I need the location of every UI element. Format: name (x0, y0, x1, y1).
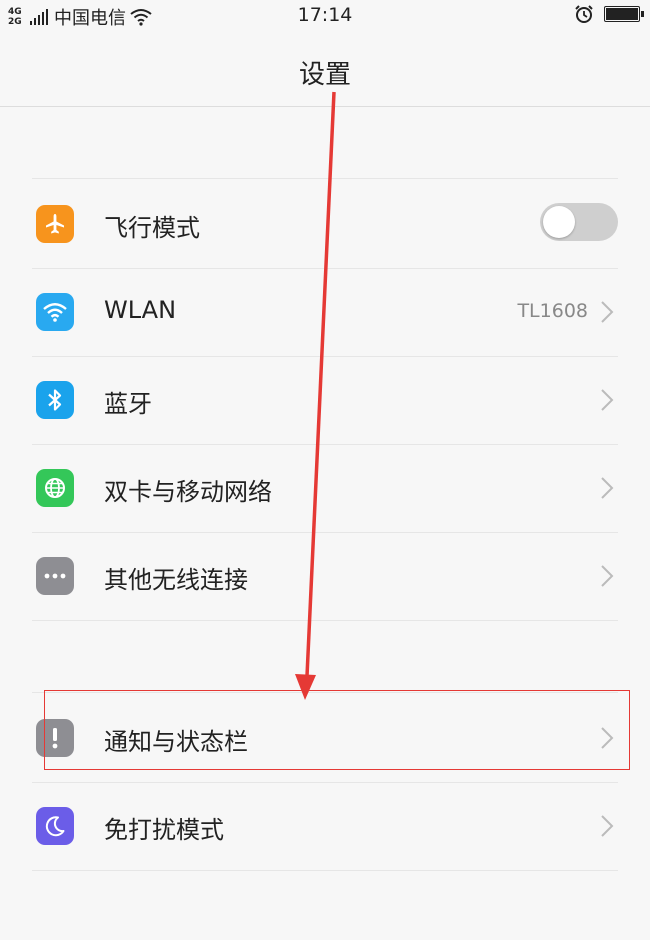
settings-item-bluetooth[interactable]: 蓝牙 (32, 356, 618, 445)
settings-item-label: 蓝牙 (104, 390, 152, 418)
airplane-icon-badge (36, 205, 74, 243)
battery-icon (604, 6, 644, 22)
settings-item-wlan[interactable]: WLAN TL1608 (32, 268, 618, 357)
more-icon-badge (36, 557, 74, 595)
page-title: 设置 (298, 60, 351, 90)
bluetooth-icon (48, 389, 62, 411)
wlan-network-name: TL1608 (517, 300, 588, 322)
wifi-icon-badge (36, 293, 74, 331)
status-right (574, 4, 644, 24)
moon-icon (45, 816, 65, 837)
globe-icon-badge (36, 469, 74, 507)
moon-icon-badge (36, 807, 74, 845)
settings-item-other-wireless[interactable]: 其他无线连接 (32, 532, 618, 621)
settings-item-dual-sim[interactable]: 双卡与移动网络 (32, 444, 618, 533)
wifi-icon (43, 303, 67, 322)
more-icon (44, 573, 66, 579)
settings-item-airplane-mode[interactable]: 飞行模式 (32, 180, 618, 269)
navigation-bar: 设置 (0, 32, 650, 107)
settings-item-label: WLAN (104, 296, 177, 324)
settings-item-label: 免打扰模式 (104, 816, 224, 844)
settings-item-label: 双卡与移动网络 (104, 478, 272, 506)
settings-item-label: 其他无线连接 (104, 566, 248, 594)
settings-item-do-not-disturb[interactable]: 免打扰模式 (32, 782, 618, 871)
bluetooth-icon-badge (36, 381, 74, 419)
chevron-right-icon (601, 389, 614, 411)
chevron-right-icon (601, 565, 614, 587)
status-bar: 4G 2G 中国电信 17:14 (0, 0, 650, 32)
status-time: 17:14 (297, 4, 353, 26)
airplane-icon (46, 214, 64, 234)
airplane-mode-toggle[interactable] (540, 203, 618, 241)
globe-icon (45, 478, 65, 498)
chevron-right-icon (601, 301, 614, 323)
highlight-box-annotation (44, 690, 630, 770)
chevron-right-icon (601, 815, 614, 837)
chevron-right-icon (601, 477, 614, 499)
group-divider (32, 178, 618, 179)
alarm-icon (575, 5, 593, 23)
toggle-knob (543, 206, 575, 238)
settings-item-label: 飞行模式 (104, 214, 200, 242)
battery-fill (606, 8, 639, 20)
